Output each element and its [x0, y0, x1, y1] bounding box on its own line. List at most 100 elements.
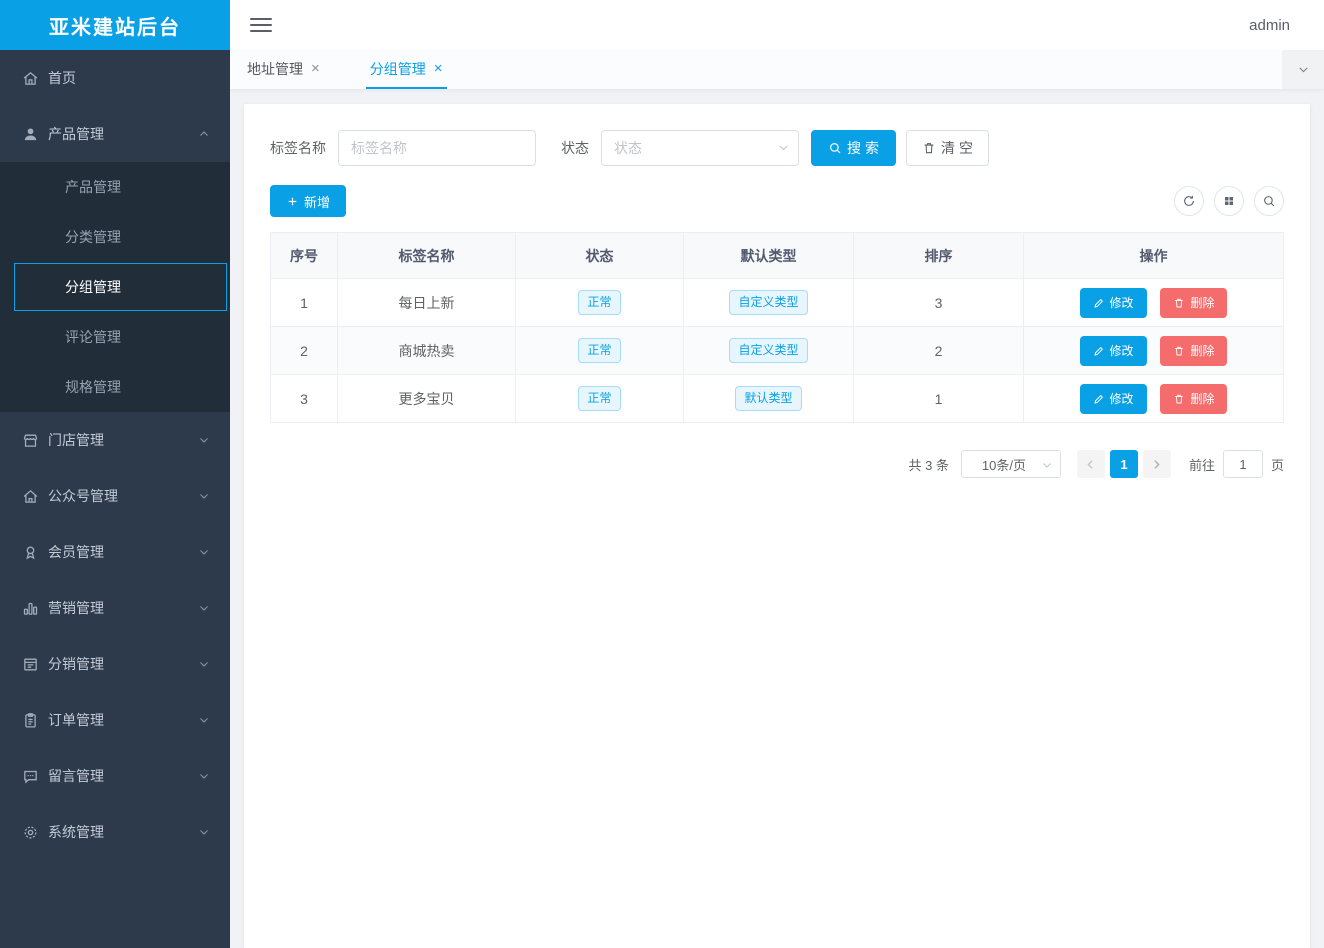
sidebar-item-member-mgmt[interactable]: 会员管理	[0, 524, 230, 580]
gear-icon	[22, 824, 39, 841]
tag-name-label: 标签名称	[270, 138, 326, 158]
search-button[interactable]: 搜索	[811, 130, 896, 166]
subitem-label: 分类管理	[65, 227, 121, 247]
chevron-down-icon	[1041, 459, 1053, 471]
cell-name: 商城热卖	[338, 327, 516, 375]
table-tools	[1174, 186, 1284, 216]
sidebar-subitem-category[interactable]: 分类管理	[0, 212, 230, 262]
house-icon	[22, 488, 39, 505]
sidebar-subitem-comment[interactable]: 评论管理	[0, 312, 230, 362]
delete-button[interactable]: 删除	[1160, 336, 1227, 366]
page-number-button[interactable]: 1	[1110, 450, 1138, 478]
group-table: 序号 标签名称 状态 默认类型 排序 操作 1 每日上新 正常 自定义类型 3	[270, 232, 1284, 423]
subitem-label: 分组管理	[65, 277, 121, 297]
cell-sort: 3	[854, 279, 1024, 327]
sidebar-item-home[interactable]: 首页	[0, 50, 230, 106]
sidebar-item-message-mgmt[interactable]: 留言管理	[0, 748, 230, 804]
status-select[interactable]	[601, 130, 799, 166]
tab-bar: 地址管理 × 分组管理 ×	[230, 50, 1324, 90]
table-header: 序号 标签名称 状态 默认类型 排序 操作	[271, 233, 1284, 279]
add-button-label: 新增	[304, 192, 330, 211]
delete-button-label: 删除	[1190, 342, 1214, 359]
cell-sort: 1	[854, 375, 1024, 423]
hamburger-menu-icon[interactable]	[250, 10, 272, 40]
col-header-name: 标签名称	[338, 233, 516, 279]
group-mgmt-panel: 标签名称 状态 搜索	[244, 104, 1310, 948]
page-size-value: 10条/页	[982, 455, 1026, 474]
type-badge: 自定义类型	[729, 338, 807, 363]
col-header-actions: 操作	[1024, 233, 1284, 279]
status-badge: 正常	[578, 290, 620, 315]
cell-index: 3	[271, 375, 338, 423]
sidebar-item-label: 产品管理	[48, 124, 104, 144]
delete-button[interactable]: 删除	[1160, 288, 1227, 318]
tab-group-mgmt[interactable]: 分组管理 ×	[366, 50, 447, 89]
pencil-icon	[1093, 297, 1105, 309]
chevron-down-icon	[1297, 63, 1310, 76]
edit-button-label: 修改	[1110, 294, 1134, 311]
tab-list-dropdown-button[interactable]	[1282, 50, 1324, 89]
search-icon	[828, 141, 842, 155]
sidebar-item-official-account-mgmt[interactable]: 公众号管理	[0, 468, 230, 524]
subitem-label: 评论管理	[65, 327, 121, 347]
chat-icon	[22, 768, 39, 785]
col-header-index: 序号	[271, 233, 338, 279]
cell-type: 自定义类型	[684, 327, 854, 375]
delete-button-label: 删除	[1190, 294, 1214, 311]
edit-button[interactable]: 修改	[1080, 384, 1147, 414]
prev-page-button[interactable]	[1077, 450, 1105, 478]
next-page-button[interactable]	[1143, 450, 1171, 478]
sidebar-item-store-mgmt[interactable]: 门店管理	[0, 412, 230, 468]
chevron-down-icon	[198, 658, 210, 670]
sidebar-item-distribution-mgmt[interactable]: 分销管理	[0, 636, 230, 692]
clear-button[interactable]: 清空	[906, 130, 989, 166]
sidebar-subitem-spec[interactable]: 规格管理	[0, 362, 230, 412]
cell-status: 正常	[516, 327, 684, 375]
table-row: 2 商城热卖 正常 自定义类型 2 修改 删除	[271, 327, 1284, 375]
search-icon	[1262, 194, 1276, 208]
chevron-down-icon	[198, 434, 210, 446]
column-settings-button[interactable]	[1214, 186, 1244, 216]
cell-type: 自定义类型	[684, 279, 854, 327]
edit-button[interactable]: 修改	[1080, 336, 1147, 366]
tab-label: 地址管理	[247, 59, 303, 79]
sidebar-item-marketing-mgmt[interactable]: 营销管理	[0, 580, 230, 636]
add-button[interactable]: 新增	[270, 185, 346, 217]
delete-button[interactable]: 删除	[1160, 384, 1227, 414]
goto-page-input[interactable]	[1223, 450, 1263, 478]
edit-button[interactable]: 修改	[1080, 288, 1147, 318]
app-title: 亚米建站后台	[0, 0, 230, 50]
total-count: 共 3 条	[909, 455, 949, 474]
edit-button-label: 修改	[1110, 390, 1134, 407]
trash-icon	[1173, 345, 1185, 357]
cell-name: 更多宝贝	[338, 375, 516, 423]
store-icon	[22, 432, 39, 449]
type-badge: 默认类型	[735, 386, 801, 411]
chevron-down-icon	[198, 602, 210, 614]
status-select-input[interactable]	[601, 130, 799, 166]
tab-address-mgmt[interactable]: 地址管理 ×	[243, 50, 324, 89]
sidebar-item-product-mgmt[interactable]: 产品管理	[0, 106, 230, 162]
page-size-select[interactable]: 10条/页	[961, 450, 1061, 478]
pencil-icon	[1093, 345, 1105, 357]
sidebar-subitem-group[interactable]: 分组管理	[14, 263, 227, 311]
subitem-label: 产品管理	[65, 177, 121, 197]
sidebar: 亚米建站后台 首页 产品管理 产品管理 分类管理 分组管理	[0, 0, 230, 948]
chevron-down-icon	[198, 826, 210, 838]
sidebar-item-order-mgmt[interactable]: 订单管理	[0, 692, 230, 748]
chevron-down-icon	[198, 490, 210, 502]
cell-actions: 修改 删除	[1024, 279, 1284, 327]
cell-index: 1	[271, 279, 338, 327]
sidebar-item-system-mgmt[interactable]: 系统管理	[0, 804, 230, 860]
close-icon[interactable]: ×	[311, 61, 320, 76]
refresh-button[interactable]	[1174, 186, 1204, 216]
tag-name-input[interactable]	[338, 130, 536, 166]
user-menu[interactable]: admin	[1249, 17, 1290, 34]
search-toggle-button[interactable]	[1254, 186, 1284, 216]
sidebar-subitem-product[interactable]: 产品管理	[0, 162, 230, 212]
clear-button-label: 清空	[941, 138, 977, 158]
type-badge: 自定义类型	[729, 290, 807, 315]
clipboard-icon	[22, 712, 39, 729]
sidebar-item-label: 留言管理	[48, 766, 104, 786]
close-icon[interactable]: ×	[434, 61, 443, 76]
